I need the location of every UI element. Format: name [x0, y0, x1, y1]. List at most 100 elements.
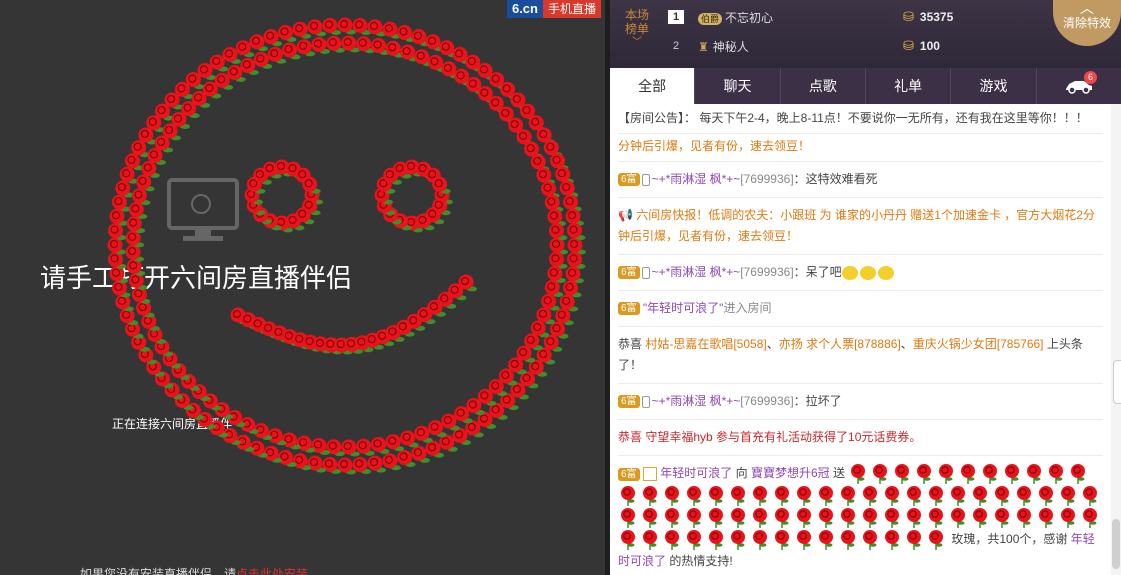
rose-mark — [244, 187, 263, 205]
rose-icon — [948, 507, 968, 529]
rose-mark — [253, 167, 272, 185]
rose-mark — [119, 166, 139, 184]
mobile-live-link[interactable]: 手机直播 — [542, 0, 601, 18]
rose-icon — [838, 529, 858, 551]
rose-mark — [307, 19, 326, 37]
rose-mark — [251, 316, 270, 334]
list-item: 6富 ~+*雨淋湿 枫*+~[7699936]：这特效难看死 — [618, 162, 1103, 198]
user-nick[interactable]: ~+*雨淋湿 枫*+~ — [652, 172, 741, 186]
rose-mark — [155, 371, 174, 389]
rose-mark — [500, 393, 519, 411]
rose-mark — [411, 29, 430, 47]
rank-name: 不忘初心 — [725, 10, 774, 25]
congrats-user[interactable]: 重庆火锅少女团[785766] — [913, 337, 1044, 351]
rank-row[interactable]: 1 伯爵 不忘初心 ⛁ 35375 — [668, 3, 1058, 31]
rose-icon — [640, 485, 660, 507]
rose-icon — [1068, 463, 1088, 485]
gift-sender[interactable]: 年轻时可浪了 — [660, 466, 732, 480]
rose-icon — [882, 485, 902, 507]
install-link[interactable]: 点击此处安装 — [236, 567, 308, 575]
rose-mark — [115, 180, 134, 198]
congrats-sep: 、 — [900, 337, 913, 351]
rose-mark — [253, 207, 272, 225]
side-collapse-handle[interactable] — [1113, 360, 1121, 404]
chat-scrollbar[interactable] — [1111, 104, 1121, 575]
chat-messages: 【房间公告】： 每天下午2-4，晚上8-11点！不要说你一无所有，还有我在这里等… — [610, 104, 1111, 575]
rose-icon — [662, 485, 682, 507]
level-badge: 伯爵 — [698, 12, 723, 25]
rose-mark — [404, 159, 423, 177]
rose-icon — [838, 485, 858, 507]
rose-mark — [295, 167, 315, 185]
laugh-emoji-icon — [859, 265, 876, 280]
rose-mark — [222, 46, 241, 64]
clear-effects-label: 清除特效 — [1062, 16, 1111, 30]
tab-car[interactable]: 6 — [1035, 68, 1121, 104]
user-id: [7699936] — [740, 172, 794, 186]
rose-icon — [706, 507, 726, 529]
rank-label-bottom: 榜单 — [624, 22, 649, 36]
rose-mark — [411, 445, 430, 463]
rose-mark — [396, 319, 415, 337]
congrats-user[interactable]: 村姑-思嘉在歌唱[5058] — [645, 337, 766, 351]
rose-mark — [303, 334, 322, 352]
list-item: 恭喜 村姑-思嘉在歌唱[5058]、亦扬 求个人票[878886]、重庆火锅少女… — [618, 327, 1103, 384]
site-logo[interactable]: 6.cn 手机直播 — [506, 0, 601, 18]
clear-effects-button[interactable]: ︿ 清除特效 — [1053, 0, 1121, 46]
congrats-user[interactable]: 亦扬 求个人票[878886] — [779, 337, 901, 351]
tab-chat[interactable]: 聊天 — [694, 68, 779, 104]
rose-icon — [640, 529, 660, 551]
rose-mark — [547, 209, 566, 227]
rose-mark — [131, 188, 151, 206]
rose-mark — [415, 161, 435, 179]
gift-receiver[interactable]: 寶寶梦想升6冠 — [751, 466, 830, 480]
rose-mark — [376, 198, 396, 216]
rose-mark — [263, 213, 282, 231]
rose-mark — [311, 37, 330, 55]
message-text: ：这特效难看死 — [793, 172, 878, 186]
rose-mark — [549, 321, 569, 339]
partial-text: 分钟后引爆，见者有份，速去领豆！ — [618, 139, 811, 153]
connecting-text: 正在连接六间房直播伴 — [112, 417, 233, 431]
tab-song[interactable]: 点歌 — [779, 68, 865, 104]
rose-mark — [500, 81, 519, 99]
rose-mark — [171, 111, 190, 129]
rose-mark — [543, 140, 563, 158]
rose-mark — [125, 230, 145, 248]
rose-mark — [354, 335, 374, 353]
rose-mark — [385, 324, 405, 342]
video-player[interactable]: 6.cn 手机直播 请手工打开六间房直播伴侣 正在连接六间房直播伴 如果您没有安… — [0, 0, 605, 575]
user-nick[interactable]: ~+*雨淋湿 枫*+~ — [652, 265, 741, 279]
rose-mark — [477, 412, 497, 430]
rose-mark — [536, 167, 555, 185]
tab-gifts[interactable]: 礼单 — [864, 68, 950, 104]
rose-icon — [860, 485, 880, 507]
rose-mark — [489, 72, 508, 90]
tab-all[interactable]: 全部 — [610, 68, 695, 104]
tab-games[interactable]: 游戏 — [950, 68, 1035, 104]
rose-mark — [536, 347, 556, 365]
rose-mark — [477, 86, 497, 104]
rank-row[interactable]: 2 ♜ 神秘人 ⛁ 100 — [668, 32, 1058, 60]
scrollbar-thumb[interactable] — [1112, 519, 1120, 569]
rose-mark — [519, 103, 539, 121]
rose-icon — [914, 463, 934, 485]
rose-mark — [382, 453, 401, 471]
congrats-sep: 、 — [766, 337, 779, 351]
rose-mark — [277, 24, 297, 42]
rose-mark — [267, 428, 287, 446]
rose-mark — [302, 198, 321, 216]
rose-icon — [860, 507, 880, 529]
rank-label[interactable]: 本场 榜单 ﹀ — [610, 0, 664, 68]
rose-mark — [385, 40, 405, 58]
rose-mark — [397, 450, 416, 468]
coin-icon: ⛁ — [903, 9, 914, 24]
user-nick[interactable]: "年轻时可浪了" — [643, 301, 724, 315]
rose-mark — [240, 58, 259, 76]
rose-mark — [126, 216, 146, 234]
user-nick[interactable]: ~+*雨淋湿 枫*+~ — [652, 394, 741, 408]
announcement-text: 【房间公告】： 每天下午2-4，晚上8-11点！不要说你一无所有，还有我在这里等… — [618, 111, 1088, 125]
rose-mark — [240, 312, 260, 330]
rose-mark — [567, 237, 586, 255]
rose-mark — [313, 336, 332, 354]
